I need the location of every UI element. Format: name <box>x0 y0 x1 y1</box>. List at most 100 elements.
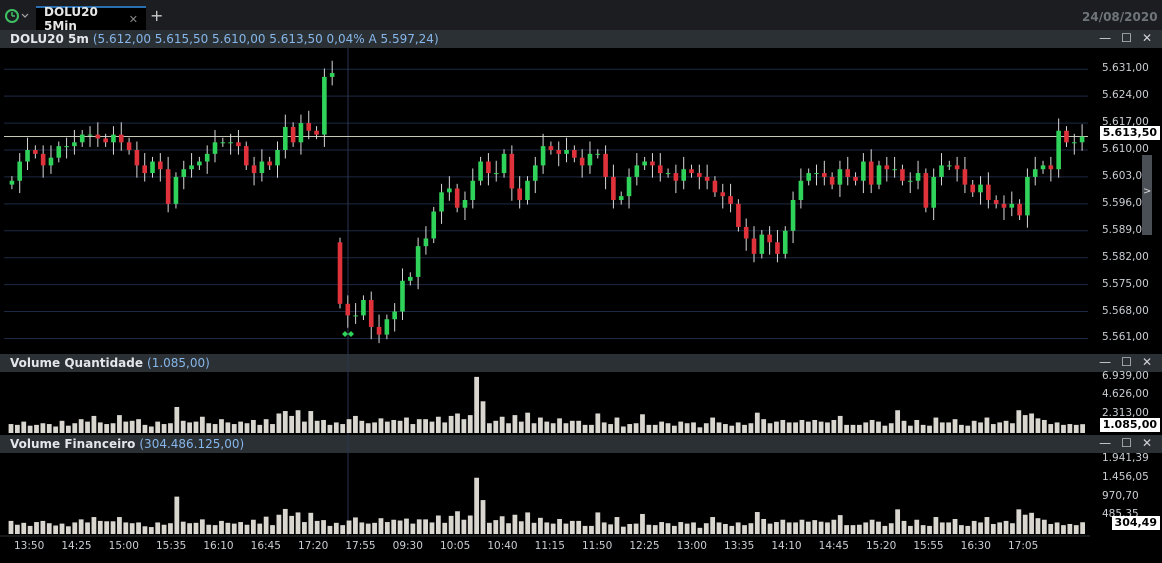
candle-body <box>626 176 632 197</box>
price-axis-label: 5.561,00 <box>1102 331 1149 344</box>
price-axis-label: 5.582,00 <box>1102 250 1149 263</box>
volume-qty-bar <box>499 416 505 433</box>
volume-fin-bar <box>46 523 52 534</box>
candle-body <box>1032 169 1038 177</box>
volume-qty-bar <box>997 422 1003 433</box>
volume-qty-bar <box>199 416 205 433</box>
volume-fin-bar <box>805 521 811 534</box>
volume-qty-bar <box>1003 420 1009 433</box>
candle-body <box>923 173 929 208</box>
volume-qty-bar <box>340 424 346 433</box>
candle-body <box>290 126 296 143</box>
volume-qty-bar <box>250 419 256 433</box>
volume-qty-bar <box>901 420 907 433</box>
volume-fin-bar <box>512 514 518 534</box>
volume-fin-bar <box>901 520 907 534</box>
volume-qty-bar <box>569 420 575 433</box>
volume-fin-bar <box>110 521 116 534</box>
volume-qty-bar <box>761 419 767 433</box>
candle-body <box>1056 130 1061 170</box>
volume-qty-bar <box>665 423 671 433</box>
volume-fin-bar <box>531 522 537 534</box>
candle-body <box>697 173 702 177</box>
volume-fin-bar <box>168 523 173 534</box>
candle-body <box>25 150 30 162</box>
volume-qty-bar <box>812 419 818 433</box>
volume-qty-bar <box>633 423 639 433</box>
volume-fin-axis-label: 1.941,39 <box>1102 452 1149 465</box>
volume-fin-bar <box>442 522 448 534</box>
volume-fin-bar <box>525 512 531 534</box>
candle-body <box>454 188 460 208</box>
candle-body <box>150 161 155 174</box>
volume-fin-bar <box>825 522 830 534</box>
candle-body <box>48 157 54 166</box>
candle-body <box>728 196 733 204</box>
volume-qty-bar <box>1041 419 1047 433</box>
volume-fin-bar <box>78 519 84 534</box>
volume-fin-bar <box>1054 522 1060 534</box>
volume-qty-bar <box>767 423 773 433</box>
volume-fin-bar <box>691 522 696 534</box>
volume-qty-bar <box>844 424 849 433</box>
volume-fin-bar <box>480 500 486 534</box>
time-axis-label: 16:10 <box>203 540 234 552</box>
volume-qty-bar <box>927 425 932 433</box>
candle-body <box>1017 203 1022 216</box>
volume-fin-bar <box>448 515 454 534</box>
volume-fin-bar <box>295 512 301 534</box>
candle-body <box>939 165 944 177</box>
candle-body <box>962 169 968 185</box>
candle-body <box>595 153 601 155</box>
volume-qty-bar <box>742 424 747 433</box>
volume-qty-bar <box>123 421 129 433</box>
candle-body <box>806 173 811 181</box>
volume-qty-bar <box>14 424 20 433</box>
volume-qty-bar <box>920 424 926 433</box>
volume-fin-bar <box>397 520 403 534</box>
candle-body <box>978 184 983 193</box>
volume-qty-bar <box>448 415 454 433</box>
volume-qty-bar <box>640 414 645 433</box>
candle-body <box>548 146 554 150</box>
volume-fin-bar <box>1016 509 1022 534</box>
volume-qty-bar <box>531 423 537 433</box>
volume-fin-bar <box>180 521 186 534</box>
volume-fin-bar <box>346 520 352 534</box>
volume-fin-bar <box>21 522 27 534</box>
candle-body <box>782 230 788 254</box>
volume-fin-bar <box>659 522 665 534</box>
volume-qty-axis-label: 4.626,00 <box>1102 388 1149 401</box>
volume-qty-bar <box>971 420 977 433</box>
volume-fin-bar <box>1067 523 1073 534</box>
candle-body <box>79 134 85 143</box>
trading-chart[interactable] <box>0 0 1162 563</box>
volume-qty-bar <box>697 427 703 433</box>
candle-body <box>353 315 358 317</box>
volume-qty-bar <box>595 413 601 433</box>
candle-body <box>111 134 116 143</box>
volume-fin-bar <box>965 525 971 534</box>
volume-qty-bar <box>180 420 186 433</box>
volume-qty-bar <box>372 422 377 433</box>
candle-body <box>17 161 23 181</box>
volume-fin-bar <box>971 520 977 534</box>
volume-fin-bar <box>633 523 639 534</box>
volume-fin-bar <box>206 524 212 534</box>
volume-fin-bar <box>550 523 556 534</box>
candle-body <box>267 161 272 166</box>
volume-fin-bar <box>474 477 480 534</box>
volume-fin-bar <box>678 522 684 534</box>
volume-fin-bar <box>589 525 594 534</box>
volume-qty-bar <box>691 422 696 433</box>
volume-fin-bar <box>136 522 141 534</box>
volume-qty-bar <box>97 422 103 433</box>
volume-fin-bar <box>359 522 365 534</box>
chevron-right-icon[interactable]: > <box>1143 186 1151 197</box>
volume-qty-bar <box>308 411 314 433</box>
candle-body <box>845 169 851 177</box>
volume-qty-bar <box>174 406 180 433</box>
candle-body <box>650 161 655 166</box>
volume-qty-bar <box>780 419 786 433</box>
volume-fin-bar <box>614 517 620 534</box>
